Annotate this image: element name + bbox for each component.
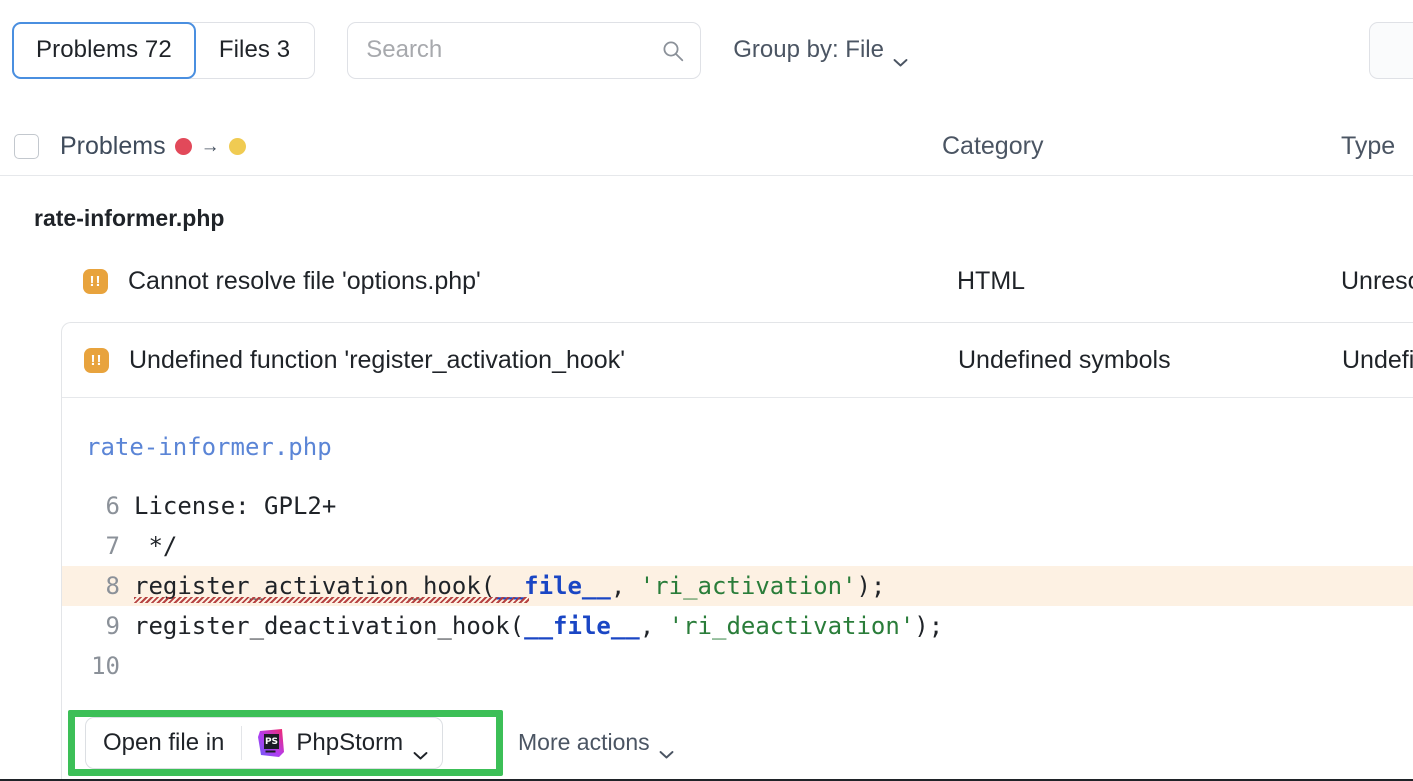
code-line-text: License: GPL2+ — [134, 492, 336, 520]
svg-text:PS: PS — [265, 737, 278, 747]
open-file-in-button[interactable]: Open file in — [86, 729, 241, 757]
code-line: 6 License: GPL2+ — [62, 486, 1413, 526]
row-message-cell: !! Undefined function 'register_activati… — [84, 346, 625, 375]
tab-problems-label: Problems 72 — [36, 36, 172, 64]
toolbar-overflow-button[interactable] — [1369, 22, 1413, 79]
line-number: 9 — [62, 612, 134, 640]
row-message: Cannot resolve file 'options.php' — [128, 267, 481, 296]
code-line: 9 register_deactivation_hook(__file__, '… — [62, 606, 1413, 646]
ide-select-dropdown[interactable]: PS PhpStorm — [242, 728, 442, 758]
row-type: Unresolved file — [1341, 267, 1413, 296]
code-line: 7 */ — [62, 526, 1413, 566]
chevron-down-icon — [413, 739, 428, 748]
row-category: HTML — [957, 267, 1025, 296]
phpstorm-logo-icon: PS — [256, 728, 286, 758]
severity-high-dot — [175, 138, 192, 155]
row-message-cell: !! Cannot resolve file 'options.php' — [83, 267, 481, 296]
code-token: ); — [914, 612, 943, 640]
code-line-text: */ — [134, 532, 177, 560]
code-token: , — [640, 612, 669, 640]
search-icon — [662, 40, 684, 62]
file-group-title[interactable]: rate-informer.php — [34, 205, 224, 232]
code-line-text: register_deactivation_hook(__file__, 'ri… — [134, 612, 943, 640]
column-header-category[interactable]: Category — [942, 132, 1043, 161]
column-header-problems-label: Problems — [60, 132, 166, 161]
row-message: Undefined function 'register_activation_… — [129, 346, 625, 375]
search-input[interactable] — [348, 23, 700, 78]
group-by-label: Group by: File — [733, 36, 884, 64]
code-token: register_deactivation_hook( — [134, 612, 524, 640]
code-token: ); — [856, 572, 885, 600]
line-number: 8 — [62, 572, 134, 600]
table-row[interactable]: !! Undefined function 'register_activati… — [62, 323, 1413, 398]
code-token: 'ri_activation' — [640, 572, 857, 600]
tab-files[interactable]: Files 3 — [195, 23, 314, 78]
more-actions-label: More actions — [518, 729, 650, 756]
code-file-link[interactable]: rate-informer.php — [86, 433, 332, 461]
code-token: */ — [134, 532, 177, 560]
column-header-type[interactable]: Type — [1341, 132, 1395, 161]
code-token: 'ri_deactivation' — [669, 612, 915, 640]
code-line: 10 — [62, 646, 1413, 686]
code-token: __file__ — [495, 572, 611, 600]
code-token: , — [611, 572, 640, 600]
line-number: 6 — [62, 492, 134, 520]
problems-panel: Problems 72 Files 3 Group by: File — [0, 0, 1413, 781]
chevron-down-icon — [659, 738, 674, 747]
open-file-in-split-button[interactable]: Open file in PS — [85, 717, 443, 769]
error-squiggle-underline — [134, 597, 529, 603]
tab-files-label: Files 3 — [219, 36, 290, 64]
column-header-problems[interactable]: Problems → — [60, 132, 246, 161]
row-type: Undefined function — [1342, 346, 1413, 375]
more-actions-dropdown[interactable]: More actions — [518, 729, 674, 756]
select-all-checkbox[interactable] — [14, 134, 39, 159]
tab-problems[interactable]: Problems 72 — [12, 22, 196, 79]
search-box[interactable] — [347, 22, 701, 79]
view-segmented-control: Problems 72 Files 3 — [12, 22, 315, 79]
group-by-dropdown[interactable]: Group by: File — [733, 36, 908, 64]
code-snippet: 6 License: GPL2+ 7 */ 8 register_activat… — [62, 486, 1413, 686]
table-header: Problems → Category Type — [0, 118, 1413, 176]
code-line-text: register_activation_hook(__file__, 'ri_a… — [134, 572, 885, 600]
sort-arrow-icon: → — [201, 137, 220, 156]
code-token: License: GPL2+ — [134, 492, 336, 520]
line-number: 7 — [62, 532, 134, 560]
code-token: __file__ — [524, 612, 640, 640]
severity-low-dot — [229, 138, 246, 155]
warning-icon: !! — [83, 269, 108, 294]
ide-name-label: PhpStorm — [296, 729, 403, 757]
code-line-highlighted: 8 register_activation_hook(__file__, 'ri… — [62, 566, 1413, 606]
toolbar: Problems 72 Files 3 Group by: File — [0, 0, 1413, 100]
line-number: 10 — [62, 652, 134, 680]
chevron-down-icon — [893, 46, 908, 55]
row-category: Undefined symbols — [958, 346, 1171, 375]
warning-icon: !! — [84, 348, 109, 373]
code-token: register_activation_hook( — [134, 572, 495, 600]
table-row[interactable]: !! Cannot resolve file 'options.php' HTM… — [0, 250, 1413, 312]
